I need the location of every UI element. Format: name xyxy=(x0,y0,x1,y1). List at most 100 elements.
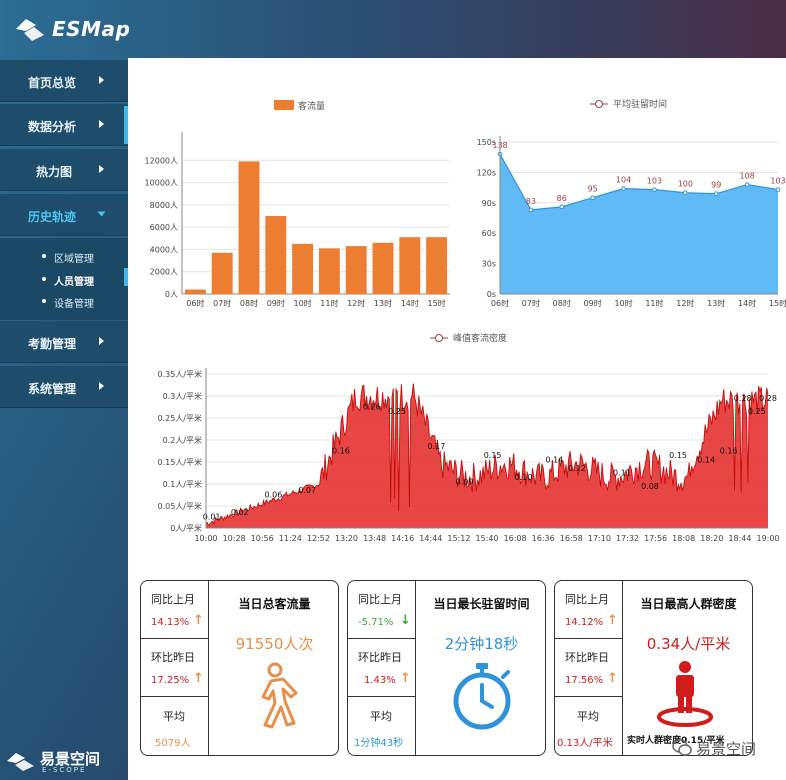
submenu-item-people[interactable]: 人员管理 xyxy=(42,273,94,288)
chevron-right-icon xyxy=(99,382,104,390)
avg-cell: 平均 0.13人/平米 xyxy=(555,698,623,755)
passenger-flow-chart-svg: 客流量 0人 2000人 4000人 6000人 8000人 10000人 12000人 06时… xyxy=(145,100,450,308)
y-tick-label: 0.15人/平米 xyxy=(157,457,202,467)
legend-label: 客流量 xyxy=(298,100,325,112)
x-tick-label: 15时 xyxy=(769,298,786,308)
x-tick-label: 11时 xyxy=(320,298,338,308)
data-label: 0.15 xyxy=(484,451,502,460)
x-tick-label: 08时 xyxy=(553,298,571,308)
top-bar: ESMap xyxy=(0,0,786,58)
y-tick-label: 8000人 xyxy=(150,201,178,210)
y-tick-label: 10000人 xyxy=(145,179,178,188)
arrow-up-icon: ↑ xyxy=(193,613,204,628)
x-tick-label: 19:00 xyxy=(756,534,779,543)
dod-value: 17.25% xyxy=(151,675,190,686)
data-label: 100 xyxy=(678,180,693,189)
data-label: 0.11 xyxy=(613,469,631,478)
data-label: 104 xyxy=(616,176,631,185)
y-tick-label: 120s xyxy=(477,168,496,177)
sidebar-item-label: 系统管理 xyxy=(28,382,77,396)
data-label: 0.07 xyxy=(298,486,316,495)
walking-person-icon xyxy=(261,662,298,729)
mom-value: -5.71% xyxy=(358,617,394,628)
sidebar-item-history-track[interactable]: 历史轨迹 xyxy=(0,194,128,236)
bullet-icon xyxy=(42,254,46,258)
card-stats-column: 同比上月 14.13% ↑ 环比昨日 17.25% ↑ 平均 5079人 xyxy=(141,581,209,755)
bar xyxy=(292,243,314,294)
card-title: 当日总客流量 xyxy=(238,597,311,611)
y-tick-label: 0人 xyxy=(165,290,178,299)
total-flow-card: 同比上月 14.13% ↑ 环比昨日 17.25% ↑ 平均 5079人 当日总… xyxy=(140,580,339,756)
bar xyxy=(399,237,421,294)
avg-value: 0.13人/平米 xyxy=(557,738,613,749)
submenu-item-device[interactable]: 设备管理 xyxy=(42,295,94,310)
data-label: 108 xyxy=(739,172,754,181)
data-label: 0.15 xyxy=(669,451,687,460)
legend-label: 峰值客流密度 xyxy=(453,332,507,344)
y-tick-label: 0.35人/平米 xyxy=(157,369,202,379)
card-big-value: 0.34人/平米 xyxy=(646,635,731,653)
arrow-up-icon: ↑ xyxy=(607,613,618,628)
x-tick-label: 13时 xyxy=(374,298,392,308)
x-tick-label: 16:36 xyxy=(532,534,555,543)
x-tick-label: 12时 xyxy=(347,298,365,308)
y-tick-label: 90s xyxy=(482,199,496,208)
mom-label: 同比上月 xyxy=(358,593,402,606)
sidebar-item-system[interactable]: 系统管理 xyxy=(0,366,128,408)
y-tick-label: 60s xyxy=(482,229,496,238)
y-tick-label: 12000人 xyxy=(145,156,178,165)
dod-value: 1.43% xyxy=(364,675,396,686)
x-tick-label: 14:44 xyxy=(419,534,442,543)
data-point xyxy=(744,182,750,187)
mom-label: 同比上月 xyxy=(151,593,195,606)
y-tick-label: 0.2人/平米 xyxy=(163,435,202,445)
y-tick-label: 0.05人/平米 xyxy=(157,501,202,511)
stopwatch-icon xyxy=(453,663,511,730)
main-content: 客流量 0人 2000人 4000人 6000人 8000人 10000人 12000人 06时… xyxy=(128,58,786,780)
bullet-icon xyxy=(42,277,46,281)
dod-cell: 环比昨日 17.25% ↑ xyxy=(141,639,209,697)
data-label: 0.28 xyxy=(759,394,777,403)
y-tick-label: 0s xyxy=(487,290,496,299)
peak-density-chart: 峰值客流密度 0人/平米 0.05人/平米 0.1人/平米 0.15人/平米 0.2人/平… xyxy=(128,326,786,556)
data-point xyxy=(528,207,534,213)
sidebar-item-overview[interactable]: 首页总览 xyxy=(0,60,128,102)
footer-brand: 易景空间 E-SCOPE xyxy=(6,746,126,776)
sidebar-item-data-analysis[interactable]: 数据分析 xyxy=(0,104,128,146)
sidebar-item-label: 热力图 xyxy=(36,165,73,179)
x-tick-label: 15时 xyxy=(428,298,446,308)
bar xyxy=(184,289,206,294)
watermark: 易景空间 xyxy=(672,736,782,760)
avg-label: 平均 xyxy=(163,710,185,723)
avg-value: 5079人 xyxy=(155,738,191,749)
area-fill xyxy=(500,154,778,294)
dod-cell: 环比昨日 17.56% ↑ xyxy=(555,639,623,697)
x-tick-label: 16:58 xyxy=(560,534,583,543)
passenger-flow-chart: 客流量 0人 2000人 4000人 6000人 8000人 10000人 12000人 06时… xyxy=(128,94,458,344)
x-tick-label: 11时 xyxy=(645,298,663,308)
submenu: 区域管理 人员管理 设备管理 xyxy=(0,238,128,320)
avg-value: 1分钟43秒 xyxy=(354,738,404,749)
data-point xyxy=(652,187,657,192)
person-location-icon xyxy=(657,661,713,727)
chevron-right-icon xyxy=(99,337,104,345)
data-label: 0.08 xyxy=(641,482,659,491)
data-label: 0.25 xyxy=(388,407,406,416)
submenu-item-area[interactable]: 区域管理 xyxy=(42,250,94,265)
avg-cell: 平均 1分钟43秒 xyxy=(348,698,416,755)
data-label: 0.01 xyxy=(203,513,221,522)
dod-label: 环比昨日 xyxy=(358,651,402,664)
arrow-up-icon: ↑ xyxy=(193,671,204,686)
sidebar-item-attendance[interactable]: 考勤管理 xyxy=(0,321,128,363)
data-point xyxy=(775,187,781,192)
card-big-value: 2分钟18秒 xyxy=(444,635,519,653)
y-tick-label: 0.3人/平米 xyxy=(163,391,202,401)
data-label: 0.16 xyxy=(720,447,738,456)
chevron-right-icon xyxy=(99,76,104,84)
mom-value: 14.13% xyxy=(151,617,190,628)
x-tick-label: 13:48 xyxy=(363,534,386,543)
data-label: 86 xyxy=(557,194,567,203)
bullet-icon xyxy=(42,299,46,303)
sidebar-item-heatmap[interactable]: 热力图 xyxy=(0,149,128,191)
mom-cell: 同比上月 14.13% ↑ xyxy=(141,581,209,639)
